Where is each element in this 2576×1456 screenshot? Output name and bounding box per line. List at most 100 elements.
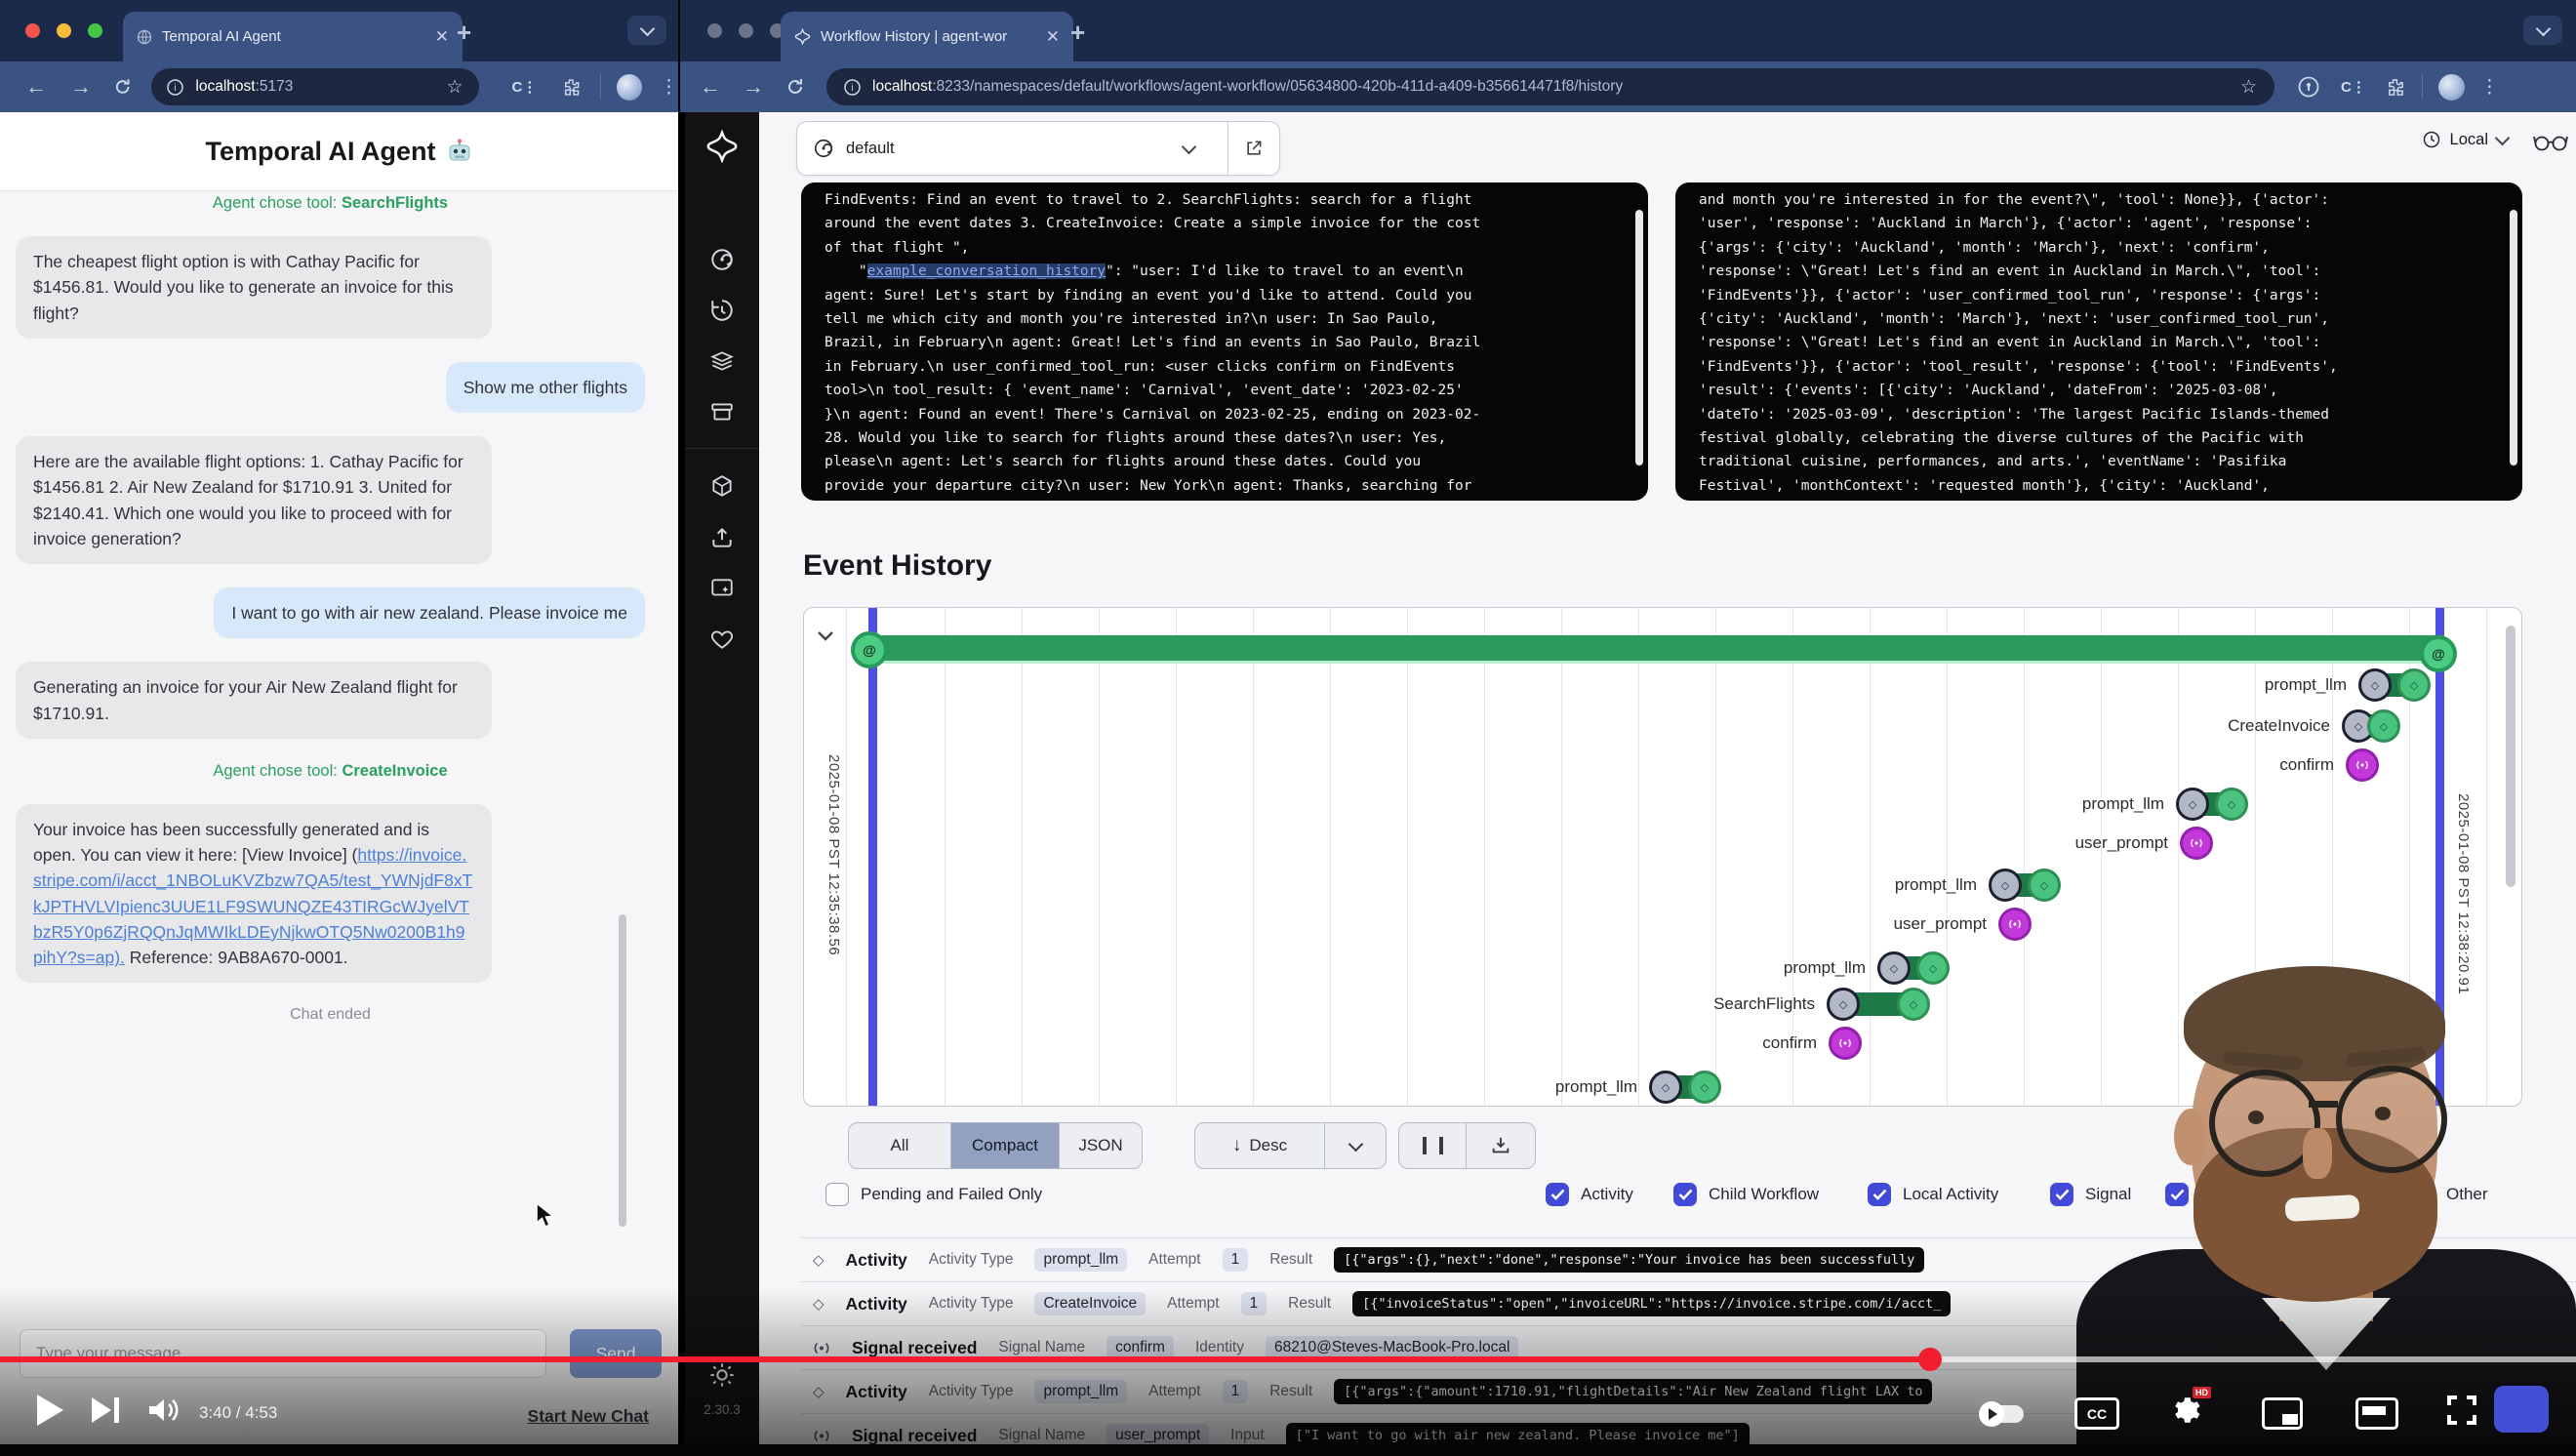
signal-icon[interactable]: [1998, 908, 2032, 941]
new-tab-button[interactable]: +: [457, 18, 471, 48]
code-scrollbar[interactable]: [1635, 210, 1643, 465]
open-namespace-external-icon[interactable]: [1244, 139, 1264, 158]
tab-search-button[interactable]: [2523, 16, 2562, 45]
activity-end-icon[interactable]: ◇: [2215, 788, 2248, 821]
import-nav-icon[interactable]: [709, 525, 735, 550]
timezone-selector[interactable]: Local: [2422, 130, 2508, 149]
tab-temporal-ai-agent[interactable]: Temporal AI Agent ✕: [123, 12, 463, 61]
tab-workflow-history[interactable]: Workflow History | agent-wor ✕: [781, 12, 1073, 61]
timeline-event[interactable]: prompt_llm◇◇: [2358, 668, 2359, 702]
close-tab-icon[interactable]: ✕: [435, 27, 449, 47]
feedback-heart-nav-icon[interactable]: [709, 627, 735, 652]
checkbox-checked[interactable]: [1868, 1183, 1891, 1206]
window-traffic-lights[interactable]: [707, 23, 785, 38]
close-window-button[interactable]: [25, 23, 40, 38]
view-mode-compact[interactable]: Compact: [951, 1123, 1060, 1168]
back-icon[interactable]: ←: [25, 76, 47, 98]
signal-icon[interactable]: [1829, 1027, 1862, 1060]
browser-menu-icon[interactable]: ⋮: [660, 76, 678, 99]
timeline-event[interactable]: CreateInvoice◇◇: [2342, 709, 2343, 743]
activity-end-icon[interactable]: ◇: [2397, 668, 2431, 702]
reload-icon[interactable]: [785, 77, 805, 97]
filter-local-activity[interactable]: Local Activity: [1868, 1183, 1998, 1206]
timeline-event[interactable]: user_prompt: [1998, 908, 1999, 941]
bookmark-star-icon[interactable]: ☆: [446, 76, 463, 99]
checkbox-checked[interactable]: [1546, 1183, 1569, 1206]
sort-desc-button[interactable]: ↓Desc: [1195, 1123, 1325, 1168]
minimize-window-button[interactable]: [57, 23, 71, 38]
code-scrollbar[interactable]: [2510, 210, 2517, 465]
timeline-event[interactable]: prompt_llm◇◇: [1877, 951, 1878, 985]
chat-scrollbar[interactable]: [619, 914, 626, 1227]
extensions-puzzle-icon[interactable]: [562, 78, 580, 97]
activity-start-icon[interactable]: ◇: [2358, 668, 2392, 702]
activity-start-icon[interactable]: ◇: [1877, 951, 1911, 985]
sort-dropdown-button[interactable]: [1325, 1123, 1386, 1168]
window-traffic-lights[interactable]: [25, 23, 102, 38]
activity-end-icon[interactable]: ◇: [2367, 709, 2400, 743]
timeline-scrollbar[interactable]: [2506, 626, 2516, 887]
filter-child-workflow[interactable]: Child Workflow: [1673, 1183, 1819, 1206]
theme-toggle-sun-icon[interactable]: [708, 1361, 736, 1389]
tab-search-button[interactable]: [627, 16, 666, 45]
browser-profile-avatar[interactable]: [2438, 74, 2465, 101]
send-button[interactable]: Send: [570, 1329, 662, 1378]
extension-c-icon[interactable]: C⋮: [2341, 78, 2366, 96]
invoice-link[interactable]: https://invoice.stripe.com/i/acct_1NBOLu…: [33, 845, 472, 967]
namespace-selector[interactable]: default: [796, 121, 1280, 176]
workflow-duration-bar[interactable]: [868, 635, 2444, 661]
signal-icon[interactable]: [2180, 827, 2213, 860]
bookmark-star-icon[interactable]: ☆: [2240, 76, 2257, 99]
timeline-event[interactable]: prompt_llm◇◇: [1989, 869, 1990, 902]
pause-events-button[interactable]: [1399, 1123, 1467, 1168]
minimize-window-button[interactable]: [739, 23, 753, 38]
temporal-logo-icon[interactable]: [705, 130, 739, 163]
view-mode-json[interactable]: JSON: [1060, 1123, 1142, 1168]
extensions-puzzle-icon[interactable]: [2386, 78, 2404, 97]
workflow-result-code-panel[interactable]: and month you're interested in for the e…: [1675, 182, 2522, 501]
workflow-input-code-panel[interactable]: FindEvents: Find an event to travel to 2…: [801, 182, 1648, 501]
checkbox-checked[interactable]: [2050, 1183, 2073, 1206]
schedules-nav-icon[interactable]: [709, 298, 735, 323]
filter-activity[interactable]: Activity: [1546, 1183, 1633, 1206]
task-queues-nav-icon[interactable]: [709, 348, 735, 374]
download-events-button[interactable]: [1467, 1123, 1535, 1168]
back-icon[interactable]: ←: [700, 76, 721, 98]
reload-icon[interactable]: [113, 77, 132, 97]
signal-icon[interactable]: [2346, 748, 2379, 782]
namespaces-nav-icon[interactable]: [709, 474, 735, 500]
archive-nav-icon[interactable]: [709, 399, 735, 425]
timeline-event[interactable]: confirm: [2346, 748, 2347, 782]
browser-menu-icon[interactable]: ⋮: [2480, 76, 2499, 99]
new-tab-button[interactable]: +: [1070, 18, 1085, 48]
timeline-event[interactable]: prompt_llm◇◇: [2176, 788, 2177, 821]
timeline-collapse-chevron-icon[interactable]: [814, 624, 837, 647]
workflows-nav-icon[interactable]: [709, 247, 735, 272]
pending-failed-checkbox[interactable]: [825, 1183, 849, 1206]
docs-nav-icon[interactable]: [709, 576, 735, 601]
activity-end-icon[interactable]: ◇: [1897, 988, 1930, 1021]
timeline-event[interactable]: SearchFlights◇◇: [1827, 988, 1828, 1021]
timeline-event[interactable]: prompt_llm◇◇: [1649, 1071, 1650, 1104]
site-info-icon[interactable]: i: [167, 79, 183, 96]
activity-start-icon[interactable]: ◇: [1989, 869, 2022, 902]
forward-icon[interactable]: →: [743, 76, 764, 98]
activity-end-icon[interactable]: ◇: [1688, 1071, 1721, 1104]
chat-message-input[interactable]: Type your message...: [20, 1329, 546, 1378]
pending-failed-filter[interactable]: Pending and Failed Only: [825, 1183, 1042, 1206]
timeline-event[interactable]: user_prompt: [2180, 827, 2181, 860]
view-mode-all[interactable]: All: [849, 1123, 951, 1168]
close-window-button[interactable]: [707, 23, 722, 38]
address-bar[interactable]: i localhost:8233/namespaces/default/work…: [826, 68, 2274, 105]
activity-start-icon[interactable]: ◇: [2176, 788, 2209, 821]
start-new-chat-link[interactable]: Start New Chat: [528, 1406, 649, 1427]
activity-end-icon[interactable]: ◇: [1916, 951, 1950, 985]
timeline-event[interactable]: confirm: [1829, 1027, 1830, 1060]
checkbox-checked[interactable]: [1673, 1183, 1697, 1206]
password-manager-icon[interactable]: [2298, 76, 2319, 98]
workflow-end-marker[interactable]: @: [2420, 635, 2457, 672]
maximize-window-button[interactable]: [88, 23, 102, 38]
site-info-icon[interactable]: i: [844, 79, 861, 96]
close-tab-icon[interactable]: ✕: [1046, 27, 1060, 47]
browser-profile-avatar[interactable]: [617, 74, 642, 101]
